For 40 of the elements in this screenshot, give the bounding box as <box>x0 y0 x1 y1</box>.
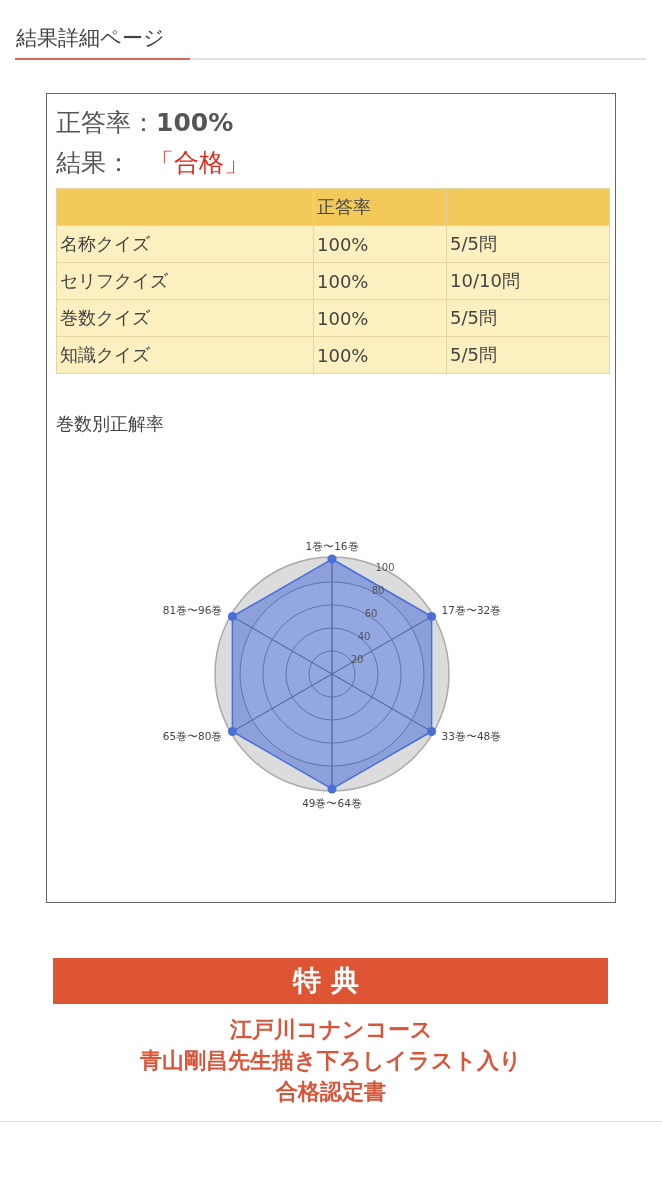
table-cell: 名称クイズ <box>57 226 313 262</box>
category-label: 33巻〜48巻 <box>441 730 501 743</box>
table-cell: 巻数クイズ <box>57 300 313 336</box>
category-label: 1巻〜16巻 <box>305 539 358 552</box>
table-cell: 100% <box>314 263 446 299</box>
table-cell: 10/10問 <box>447 263 609 299</box>
table-cell: 知識クイズ <box>57 337 313 373</box>
bonus-banner: 特典 <box>53 958 608 1004</box>
data-point <box>227 727 237 736</box>
category-label: 49巻〜64巻 <box>301 796 362 809</box>
bonus-text: 江戸川コナンコース <box>228 1016 434 1044</box>
data-point <box>426 612 436 621</box>
bonus-text: 合格認定書 <box>275 1078 387 1106</box>
result-label: 結果： <box>56 148 131 177</box>
table-cell: 5/5問 <box>447 226 609 262</box>
rate-label: 正答率： <box>56 108 156 137</box>
rate-value: 100% <box>156 108 234 137</box>
table-cell: 100% <box>314 300 446 336</box>
ring-label: 80 <box>371 585 384 596</box>
table-header-cell: 正答率 <box>314 189 446 225</box>
ring-label: 20 <box>350 654 363 665</box>
category-label: 65巻〜80巻 <box>162 730 222 743</box>
ring-label: 100 <box>374 562 395 573</box>
ring-label: 40 <box>357 631 370 642</box>
table-cell: セリフクイズ <box>57 263 313 299</box>
category-label: 81巻〜96巻 <box>162 603 222 616</box>
ring-label: 60 <box>364 608 377 619</box>
data-point <box>327 554 336 564</box>
result-value: 「合格」 <box>149 148 249 177</box>
data-point <box>227 612 237 621</box>
chart-heading: 巻数別正解率 <box>56 412 165 436</box>
data-point <box>426 727 436 736</box>
bonus-text: 青山剛昌先生描き下ろしイラスト入り <box>139 1047 523 1075</box>
category-label: 17巻〜32巻 <box>441 603 501 616</box>
table-cell: 5/5問 <box>447 300 609 336</box>
table-cell: 100% <box>314 226 446 262</box>
table-cell: 5/5問 <box>447 337 609 373</box>
page-title: 結果詳細ページ <box>16 26 165 50</box>
data-point <box>327 784 336 794</box>
table-cell: 100% <box>314 337 446 373</box>
